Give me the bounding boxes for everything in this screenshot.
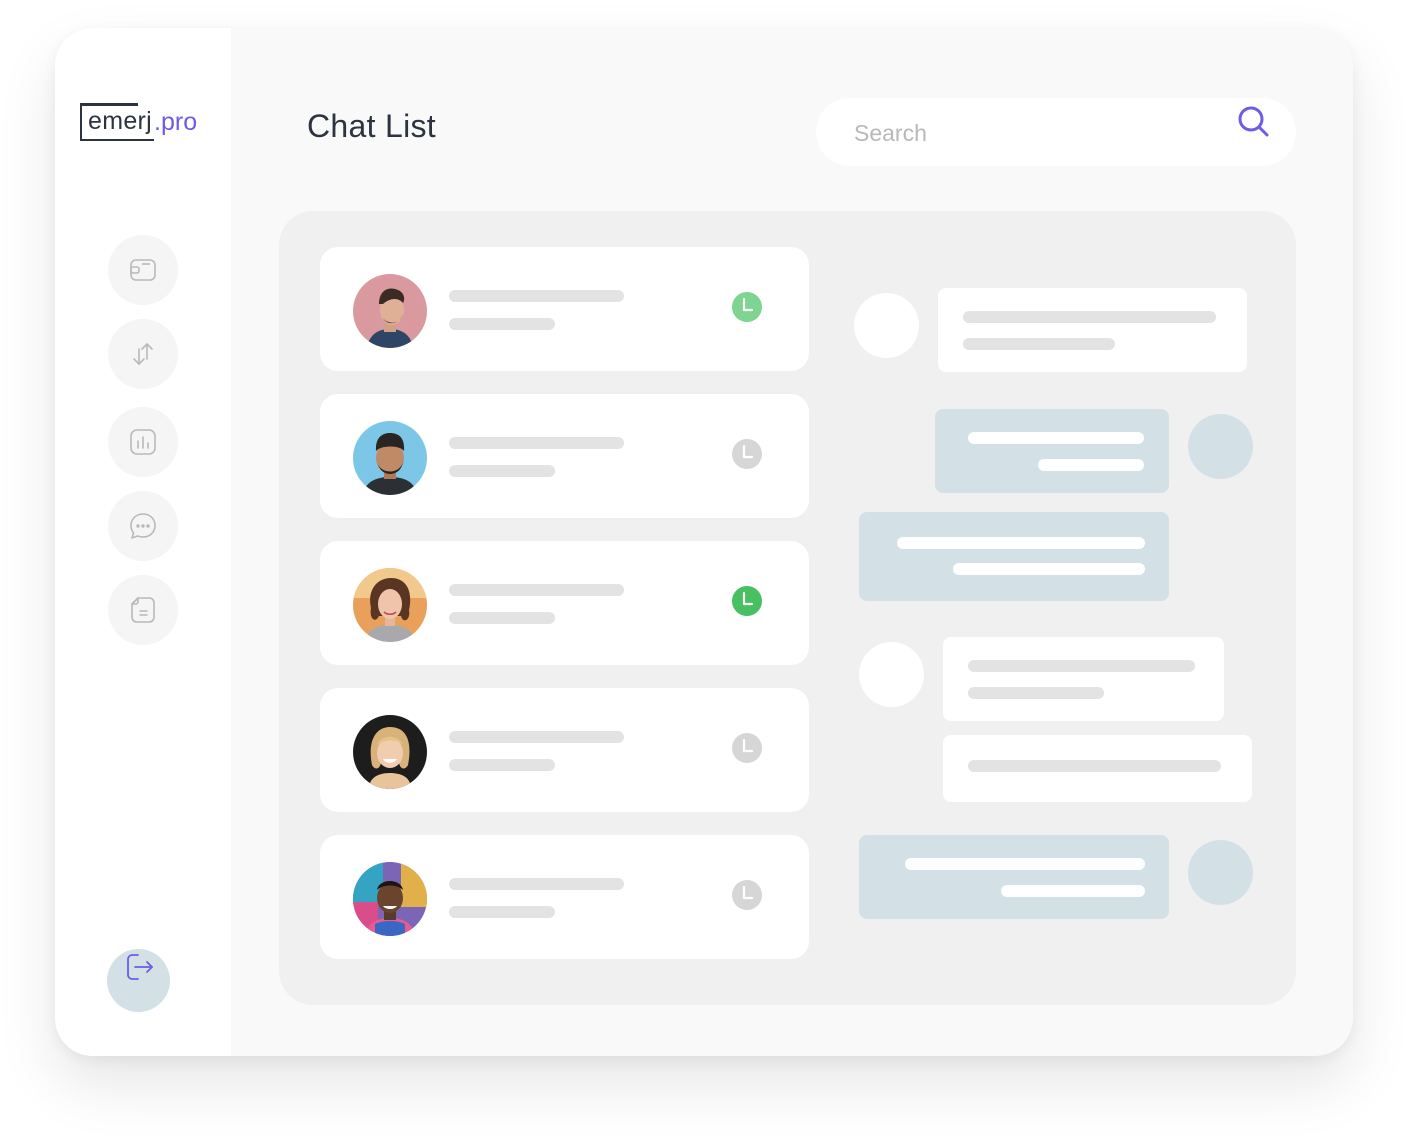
clock-icon bbox=[732, 292, 762, 322]
avatar bbox=[353, 568, 427, 642]
chat-list-item[interactable] bbox=[320, 541, 809, 665]
brand-name: emerj bbox=[88, 106, 153, 135]
chat-panel bbox=[279, 211, 1296, 1005]
outgoing-message-bubble bbox=[859, 835, 1169, 919]
message-placeholder bbox=[449, 906, 555, 918]
chat-list-item[interactable] bbox=[320, 394, 809, 518]
avatar bbox=[353, 862, 427, 936]
avatar-woman-blonde bbox=[353, 715, 427, 789]
message-line bbox=[1001, 885, 1145, 897]
name-placeholder bbox=[449, 731, 624, 743]
chat-list-item[interactable] bbox=[320, 247, 809, 371]
sidebar-item-analytics[interactable] bbox=[108, 407, 178, 477]
app-window: emerj . pro Chat List Search bbox=[55, 28, 1353, 1056]
message-line bbox=[963, 338, 1115, 350]
search-bar bbox=[816, 98, 1296, 168]
logo-frame: emerj bbox=[79, 103, 155, 141]
clock-icon bbox=[732, 880, 762, 910]
message-line bbox=[953, 563, 1145, 575]
bar-chart-icon bbox=[130, 429, 156, 455]
logout-button[interactable] bbox=[107, 949, 170, 1012]
message-line bbox=[963, 311, 1216, 323]
avatar-man-pink-background bbox=[353, 274, 427, 348]
avatar bbox=[353, 274, 427, 348]
message-line bbox=[905, 858, 1145, 870]
sidebar-item-transfers[interactable] bbox=[108, 319, 178, 389]
avatar bbox=[353, 421, 427, 495]
outgoing-avatar-placeholder bbox=[1188, 840, 1253, 905]
sidebar-item-documents[interactable] bbox=[108, 575, 178, 645]
name-placeholder bbox=[449, 878, 624, 890]
clock-icon bbox=[732, 586, 762, 616]
name-placeholder bbox=[449, 584, 624, 596]
brand-suffix: pro bbox=[160, 107, 198, 136]
sidebar-item-wallet[interactable] bbox=[108, 235, 178, 305]
outgoing-avatar-placeholder bbox=[1188, 414, 1253, 479]
incoming-message-bubble bbox=[943, 735, 1252, 802]
message-line bbox=[968, 432, 1144, 444]
message-placeholder bbox=[449, 759, 555, 771]
message-placeholder bbox=[449, 318, 555, 330]
clock-icon bbox=[732, 439, 762, 469]
message-line bbox=[968, 687, 1104, 699]
incoming-avatar-placeholder bbox=[859, 642, 924, 707]
chat-list-item[interactable] bbox=[320, 688, 809, 812]
message-placeholder bbox=[449, 465, 555, 477]
message-line bbox=[968, 660, 1195, 672]
brand-logo[interactable]: emerj . pro bbox=[79, 102, 198, 142]
brand-dot: . bbox=[154, 107, 161, 136]
wallet-icon bbox=[130, 259, 156, 281]
search-icon[interactable] bbox=[1236, 104, 1272, 140]
chat-list-item[interactable] bbox=[320, 835, 809, 959]
chat-bubble-icon bbox=[130, 513, 156, 539]
message-line bbox=[897, 537, 1145, 549]
message-line bbox=[1038, 459, 1144, 471]
search-input[interactable] bbox=[852, 98, 1216, 168]
avatar-woman-curly-hair bbox=[353, 568, 427, 642]
arrows-up-down-icon bbox=[133, 343, 153, 365]
name-placeholder bbox=[449, 437, 624, 449]
logout-icon bbox=[126, 954, 153, 980]
outgoing-message-bubble bbox=[859, 512, 1169, 601]
sidebar: emerj . pro bbox=[55, 28, 231, 1056]
message-placeholder bbox=[449, 612, 555, 624]
avatar-man-blue-background bbox=[353, 421, 427, 495]
message-line bbox=[968, 760, 1221, 772]
document-icon bbox=[131, 597, 155, 623]
incoming-avatar-placeholder bbox=[854, 293, 919, 358]
incoming-message-bubble bbox=[938, 288, 1247, 372]
outgoing-message-bubble bbox=[935, 409, 1169, 493]
clock-icon bbox=[732, 733, 762, 763]
incoming-message-bubble bbox=[943, 637, 1224, 721]
avatar bbox=[353, 715, 427, 789]
avatar-man-colorful-background bbox=[353, 862, 427, 936]
page-title: Chat List bbox=[307, 108, 436, 144]
sidebar-item-chat[interactable] bbox=[108, 491, 178, 561]
name-placeholder bbox=[449, 290, 624, 302]
